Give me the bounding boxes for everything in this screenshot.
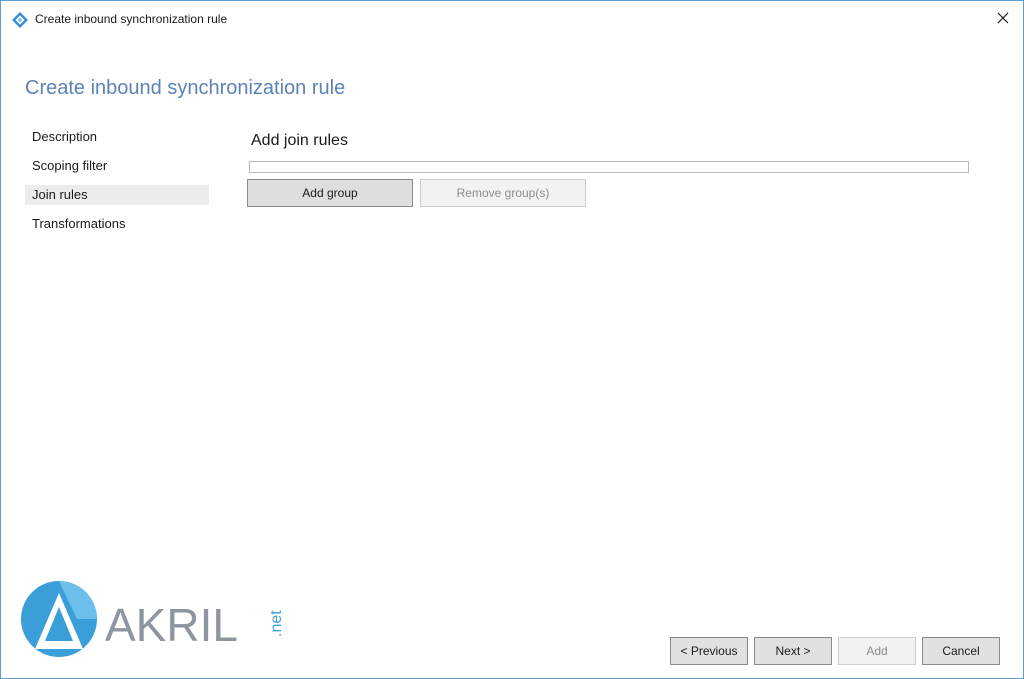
wizard-nav: Description Scoping filter Join rules Tr…	[25, 127, 209, 243]
page-heading: Create inbound synchronization rule	[25, 77, 346, 99]
akril-logo: AKRIL .net	[21, 581, 285, 657]
next-button[interactable]: Next >	[754, 637, 832, 665]
dialog-window: Create inbound synchronization rule Crea…	[0, 0, 1024, 679]
cancel-button[interactable]: Cancel	[922, 637, 1000, 665]
close-icon	[997, 12, 1009, 24]
title-bar: Create inbound synchronization rule	[1, 1, 1023, 35]
akril-logo-icon	[21, 581, 97, 657]
join-rules-list	[249, 161, 969, 173]
sync-diamond-icon	[12, 12, 28, 28]
nav-item-join-rules[interactable]: Join rules	[25, 185, 209, 205]
nav-item-scoping-filter[interactable]: Scoping filter	[25, 156, 209, 176]
add-button[interactable]: Add	[838, 637, 916, 665]
watermark-brand: AKRIL	[105, 599, 238, 651]
section-title: Add join rules	[251, 132, 348, 149]
close-button[interactable]	[989, 5, 1017, 31]
remove-group-button[interactable]: Remove group(s)	[420, 179, 586, 207]
add-group-button[interactable]: Add group	[247, 179, 413, 207]
window-title: Create inbound synchronization rule	[35, 12, 228, 26]
nav-item-transformations[interactable]: Transformations	[25, 214, 209, 234]
watermark-suffix: .net	[268, 610, 285, 637]
previous-button[interactable]: < Previous	[670, 637, 748, 665]
nav-item-description[interactable]: Description	[25, 127, 209, 147]
